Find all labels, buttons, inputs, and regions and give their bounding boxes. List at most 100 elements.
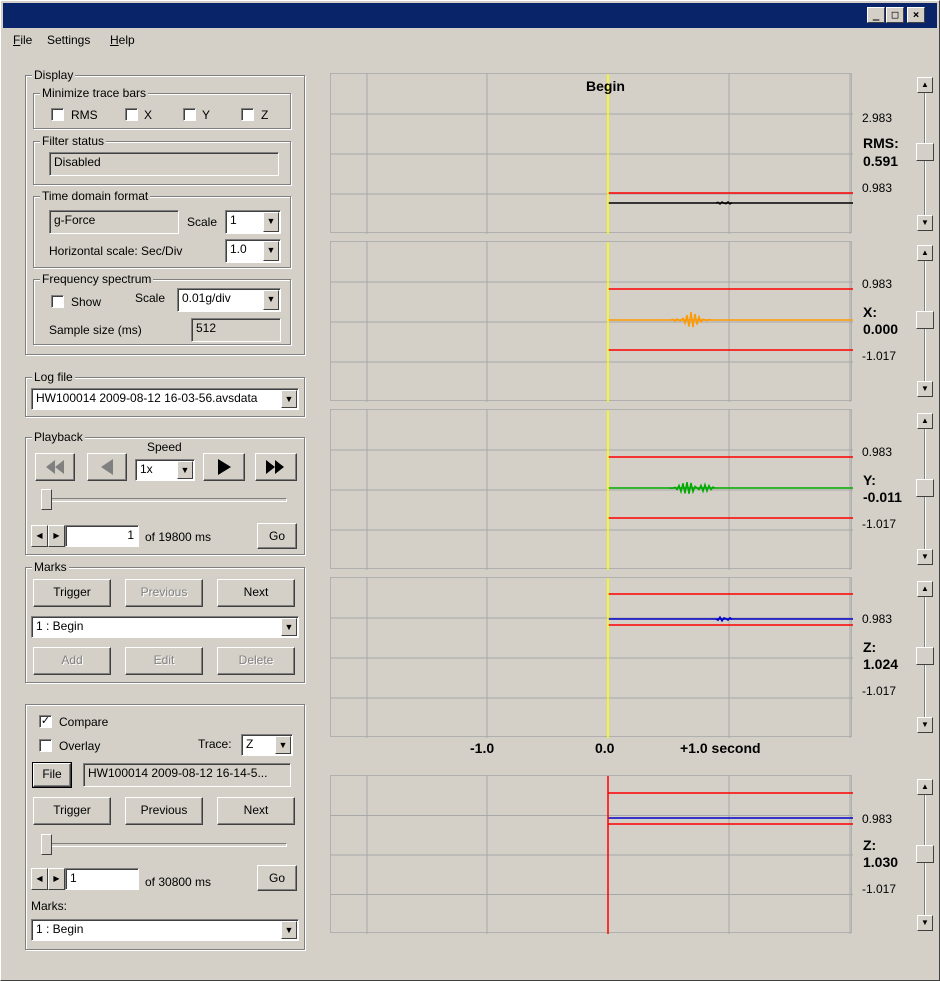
compare-spin-right[interactable]: ▶ <box>48 868 65 890</box>
compare-previous-button[interactable]: Previous <box>125 797 203 825</box>
marks-add-button[interactable]: Add <box>33 647 111 675</box>
overlay-checkbox[interactable] <box>39 739 52 752</box>
menu-help[interactable]: Help <box>110 33 135 47</box>
fast-forward-button[interactable] <box>255 453 297 481</box>
rewind-button[interactable] <box>35 453 75 481</box>
x-scroll-up[interactable]: ▲ <box>917 245 933 261</box>
z-scroll-up[interactable]: ▲ <box>917 581 933 597</box>
compare-label: Compare <box>59 715 109 729</box>
freq-scale-select[interactable]: 0.01g/div ▼ <box>177 288 281 312</box>
minimize-button[interactable]: _ <box>867 7 885 23</box>
marks-select[interactable]: 1 : Begin ▼ <box>31 616 299 638</box>
play-button[interactable] <box>203 453 245 481</box>
compare-spin-left[interactable]: ◀ <box>31 868 48 890</box>
chevron-down-icon[interactable]: ▼ <box>177 461 193 479</box>
z-plot-canvas <box>331 578 853 738</box>
z-low-value: -1.017 <box>862 684 897 698</box>
compare-slider-thumb[interactable] <box>41 834 52 855</box>
maximize-button[interactable]: □ <box>886 7 904 23</box>
speed-select[interactable]: 1x ▼ <box>135 459 195 481</box>
x-plot <box>330 241 853 402</box>
trace-select[interactable]: Z ▼ <box>241 734 293 756</box>
marks-previous-button[interactable]: Previous <box>125 579 203 607</box>
z2-name: Z: <box>863 837 877 853</box>
compare-marks-select[interactable]: 1 : Begin ▼ <box>31 919 299 941</box>
x-checkbox-label: X <box>144 108 153 122</box>
y-name: Y: <box>863 472 876 488</box>
show-spectrum-checkbox[interactable] <box>51 295 64 308</box>
rms-scroll-up[interactable]: ▲ <box>917 77 933 93</box>
playback-slider-thumb[interactable] <box>41 489 52 510</box>
close-button[interactable]: × <box>907 7 925 23</box>
compare-go-button[interactable]: Go <box>257 865 297 891</box>
compare-next-button[interactable]: Next <box>217 797 295 825</box>
rms-name: RMS: <box>863 135 899 151</box>
x-axis-plus-label: +1.0 second <box>680 740 761 756</box>
compare-position-input[interactable]: 1 <box>65 868 139 890</box>
z-scroll-thumb[interactable] <box>916 647 934 665</box>
z2-scroll-down[interactable]: ▼ <box>917 915 933 931</box>
filter-status-value: Disabled <box>49 152 279 176</box>
compare-checkbox[interactable]: ✓ <box>39 715 52 728</box>
chevron-down-icon[interactable]: ▼ <box>263 241 279 261</box>
marks-edit-button[interactable]: Edit <box>125 647 203 675</box>
compare-slider-track[interactable] <box>41 843 287 847</box>
chevron-down-icon[interactable]: ▼ <box>275 736 291 754</box>
rms-top-value: 2.983 <box>862 111 893 125</box>
rms-checkbox[interactable] <box>51 108 64 121</box>
x-checkbox[interactable] <box>125 108 138 121</box>
rms-scroll-down[interactable]: ▼ <box>917 215 933 231</box>
y-scroll-up[interactable]: ▲ <box>917 413 933 429</box>
play-icon <box>218 459 231 475</box>
marks-trigger-button[interactable]: Trigger <box>33 579 111 607</box>
y-scroll-thumb[interactable] <box>916 479 934 497</box>
z2-scroll-thumb[interactable] <box>916 845 934 863</box>
speed-label: Speed <box>147 440 182 454</box>
rms-low-value: 0.983 <box>862 181 893 195</box>
trace-label: Trace: <box>198 737 232 751</box>
compare-trigger-button[interactable]: Trigger <box>33 797 111 825</box>
rewind-icon <box>46 460 64 474</box>
step-back-button[interactable] <box>87 453 127 481</box>
chevron-down-icon[interactable]: ▼ <box>263 212 279 232</box>
x-scroll-down[interactable]: ▼ <box>917 381 933 397</box>
log-file-select[interactable]: HW100014 2009-08-12 16-03-56.avsdata ▼ <box>31 388 299 410</box>
z2-scroll-up[interactable]: ▲ <box>917 779 933 795</box>
rms-scroll-thumb[interactable] <box>916 143 934 161</box>
z-scroll-down[interactable]: ▼ <box>917 717 933 733</box>
rms-plot <box>330 73 853 234</box>
hscale-select[interactable]: 1.0 ▼ <box>225 239 281 263</box>
compare-total-label: of 30800 ms <box>145 875 212 889</box>
playback-total-label: of 19800 ms <box>145 530 212 544</box>
chevron-down-icon[interactable]: ▼ <box>281 390 297 408</box>
x-top-value: 0.983 <box>862 277 893 291</box>
y-scroll-down[interactable]: ▼ <box>917 549 933 565</box>
sample-size-value: 512 <box>191 318 281 342</box>
menu-settings[interactable]: Settings <box>47 33 90 47</box>
z-top-value: 0.983 <box>862 612 893 626</box>
marks-delete-button[interactable]: Delete <box>217 647 295 675</box>
x-axis-zero-label: 0.0 <box>595 740 615 756</box>
scale-select[interactable]: 1 ▼ <box>225 210 281 234</box>
compare-file-button[interactable]: File <box>32 762 72 788</box>
y-value: -0.011 <box>863 489 902 505</box>
y-top-value: 0.983 <box>862 445 893 459</box>
playback-go-button[interactable]: Go <box>257 523 297 549</box>
z-plot <box>330 577 853 738</box>
z-checkbox[interactable] <box>241 108 254 121</box>
playback-spin-left[interactable]: ◀ <box>31 525 48 547</box>
z2-top-value: 0.983 <box>862 812 893 826</box>
chevron-down-icon[interactable]: ▼ <box>281 618 297 636</box>
menu-file[interactable]: File <box>13 33 32 47</box>
playback-spin-right[interactable]: ▶ <box>48 525 65 547</box>
playback-slider-track[interactable] <box>41 498 287 502</box>
x-low-value: -1.017 <box>862 349 897 363</box>
y-checkbox[interactable] <box>183 108 196 121</box>
chevron-down-icon[interactable]: ▼ <box>281 921 297 939</box>
x-scroll-thumb[interactable] <box>916 311 934 329</box>
playback-position-input[interactable]: 1 <box>65 525 139 547</box>
marks-next-button[interactable]: Next <box>217 579 295 607</box>
title-bar[interactable]: _ □ × <box>3 3 937 28</box>
chevron-down-icon[interactable]: ▼ <box>263 290 279 310</box>
z-value: 1.024 <box>863 656 899 672</box>
